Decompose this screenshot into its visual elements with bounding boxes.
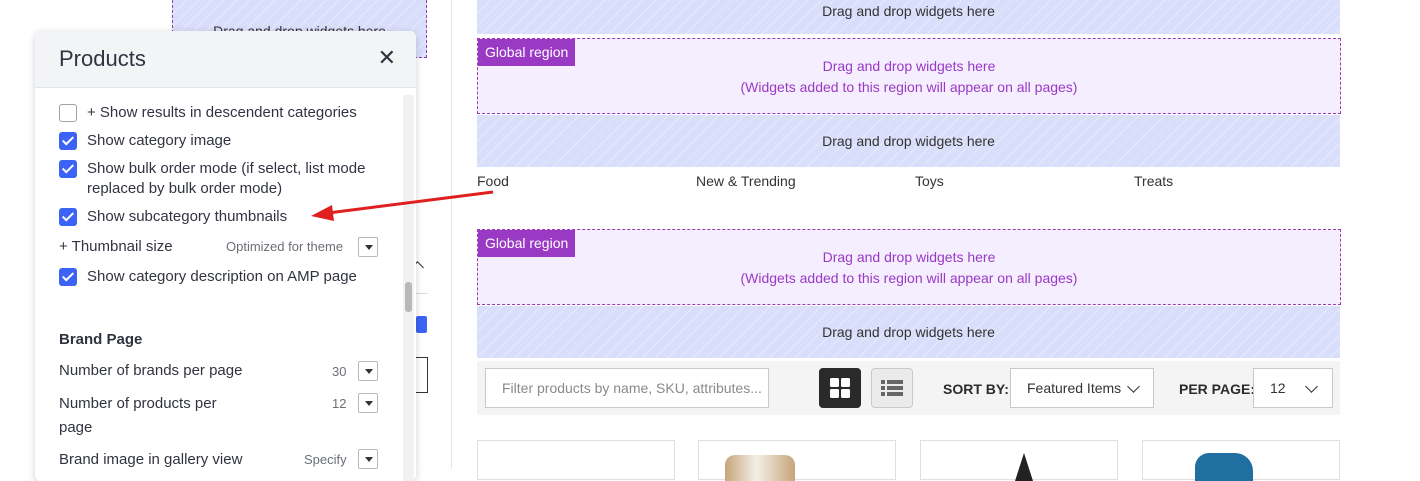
checkbox-show-bulk-order-mode[interactable]	[59, 160, 77, 178]
global-region-subtext: (Widgets added to this region will appea…	[740, 79, 1078, 95]
product-card[interactable]	[1142, 440, 1340, 481]
panel-scrollbar-thumb[interactable]	[405, 282, 412, 312]
option-label-continued: replaced by bulk order mode)	[87, 180, 283, 197]
thumbnail-size-value[interactable]: Optimized for theme	[226, 239, 343, 254]
option-label: Show subcategory thumbnails	[87, 208, 288, 225]
category-toys[interactable]: Toys	[915, 173, 944, 189]
brand-image-label: Brand image in gallery view	[59, 451, 243, 468]
option-label: Show category description on AMP page	[87, 268, 357, 285]
sort-by-label: SORT BY:	[943, 381, 1009, 397]
drop-zone-mid: Drag and drop widgets here	[477, 115, 1340, 167]
product-card[interactable]	[698, 440, 896, 481]
brand-image-dropdown[interactable]	[358, 449, 378, 469]
products-per-page-dropdown[interactable]	[358, 393, 378, 413]
panel-header: Products ✕	[35, 31, 416, 88]
chevron-down-icon	[1305, 380, 1318, 393]
sort-by-value: Featured Items	[1027, 380, 1122, 396]
checkbox-show-amp-description[interactable]	[59, 268, 77, 286]
option-label: + Show results in descendent categories	[87, 104, 357, 121]
global-region-2: Global region Drag and drop widgets here…	[477, 229, 1341, 305]
close-icon[interactable]: ✕	[378, 47, 396, 69]
left-blue-button[interactable]	[416, 316, 427, 333]
grid-icon	[830, 378, 850, 398]
product-card[interactable]	[920, 440, 1118, 481]
drop-zone-lower: Drag and drop widgets here	[477, 306, 1340, 358]
brand-page-heading: Brand Page	[59, 331, 143, 348]
global-region-label: Global region	[478, 39, 576, 66]
products-per-page-label: Number of products per	[59, 395, 217, 412]
global-region-text: Drag and drop widgets here	[822, 249, 996, 265]
list-view-button[interactable]	[871, 368, 913, 408]
drop-zone-top-text: Drag and drop widgets here	[822, 3, 995, 19]
thumbnail-size-dropdown[interactable]	[358, 237, 378, 257]
thumbnail-size-label: + Thumbnail size	[59, 238, 173, 255]
drop-zone-mid-text: Drag and drop widgets here	[822, 133, 995, 149]
filter-products-input[interactable]: Filter products by name, SKU, attributes…	[485, 368, 769, 408]
left-divider	[451, 0, 452, 469]
products-per-page-value[interactable]: 12	[332, 396, 346, 411]
brands-per-page-value[interactable]: 30	[332, 364, 346, 379]
annotation-arrow-icon	[311, 190, 494, 221]
global-region-label: Global region	[478, 230, 576, 257]
category-new-trending[interactable]: New & Trending	[696, 173, 796, 189]
products-settings-panel: Products ✕ + Show results in descendent …	[35, 31, 416, 481]
per-page-select[interactable]: 12	[1253, 368, 1333, 408]
category-treats[interactable]: Treats	[1134, 173, 1173, 189]
per-page-value: 12	[1270, 380, 1286, 396]
brands-per-page-dropdown[interactable]	[358, 361, 378, 381]
option-label: Show category image	[87, 132, 232, 149]
product-image	[1015, 453, 1033, 481]
grid-view-button[interactable]	[819, 368, 861, 408]
global-region-text: Drag and drop widgets here	[822, 58, 996, 74]
per-page-label: PER PAGE:	[1179, 381, 1255, 397]
brands-per-page-label: Number of brands per page	[59, 362, 243, 379]
product-image	[725, 455, 795, 481]
brand-image-value[interactable]: Specify	[304, 452, 347, 467]
list-icon	[881, 380, 903, 396]
products-per-page-label-continued: page	[59, 419, 93, 436]
product-image	[1195, 453, 1253, 481]
sort-by-select[interactable]: Featured Items	[1010, 368, 1154, 408]
global-region-1: Global region Drag and drop widgets here…	[477, 38, 1341, 114]
global-region-subtext: (Widgets added to this region will appea…	[740, 270, 1078, 286]
checkbox-show-category-image[interactable]	[59, 132, 77, 150]
checkbox-show-subcategory-thumbnails[interactable]	[59, 208, 77, 226]
checkbox-show-descendent-results[interactable]	[59, 104, 77, 122]
drop-zone-top: Drag and drop widgets here	[477, 0, 1340, 34]
chevron-down-icon	[1127, 380, 1140, 393]
panel-title: Products	[59, 46, 146, 71]
product-card[interactable]	[477, 440, 675, 480]
drop-zone-lower-text: Drag and drop widgets here	[822, 324, 995, 340]
option-label: Show bulk order mode (if select, list mo…	[87, 160, 366, 177]
left-divider-line	[416, 293, 428, 294]
